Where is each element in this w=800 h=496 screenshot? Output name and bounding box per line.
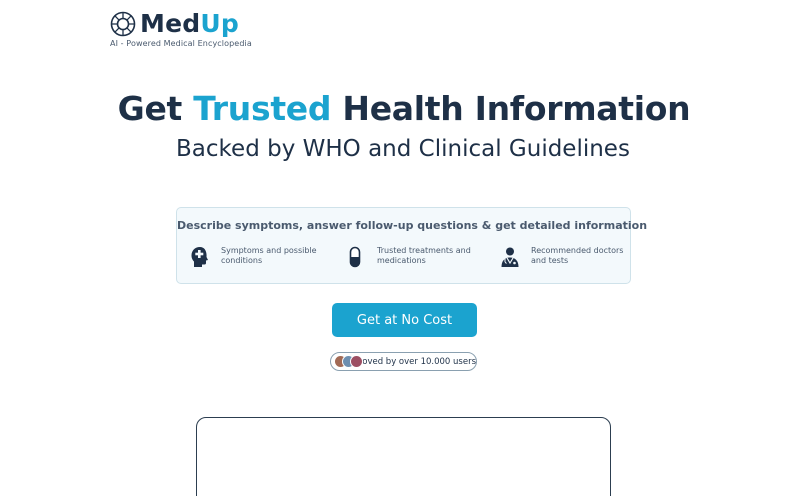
feature-item: Trusted treatments and medications [345,246,485,268]
brand-name-part1: Med [140,9,201,38]
hero-subtitle: Backed by WHO and Clinical Guidelines [176,136,630,162]
feature-item: Recommended doctors and tests [500,246,639,268]
brand-tagline: AI - Powered Medical Encyclopedia [110,39,252,48]
landing-page: MedUp AI - Powered Medical Encyclopedia … [0,0,800,496]
hero-title: Get Trusted Health Information [0,89,800,128]
brand-name: MedUp [140,11,239,37]
feature-label: Symptoms and possible conditions [221,246,317,265]
user-avatars [334,354,363,369]
hero-title-part1: Get [117,89,194,128]
sun-ring-logo-icon [110,11,136,37]
head-plus-icon [191,247,208,267]
brand-logo[interactable]: MedUp [110,11,239,37]
features-card-heading: Describe symptoms, answer follow-up ques… [177,219,648,232]
brand-name-part2: Up [200,9,239,38]
doctor-icon [501,247,519,267]
features-card: Describe symptoms, answer follow-up ques… [176,207,648,284]
feature-label: Trusted treatments and medications [377,246,471,265]
hero-title-part2: Health Information [331,89,691,128]
pill-capsule-icon [349,246,361,268]
feature-label: Recommended doctors and tests [531,246,624,265]
app-preview-frame [196,417,611,496]
social-proof-text: Loved by over 10.000 users [357,356,476,367]
social-proof-badge: Loved by over 10.000 users [330,352,477,371]
avatar [350,354,363,368]
hero-title-accent: Trusted [193,89,332,128]
feature-item: Symptoms and possible conditions [190,246,329,268]
get-at-no-cost-button[interactable]: Get at No Cost [332,303,477,337]
